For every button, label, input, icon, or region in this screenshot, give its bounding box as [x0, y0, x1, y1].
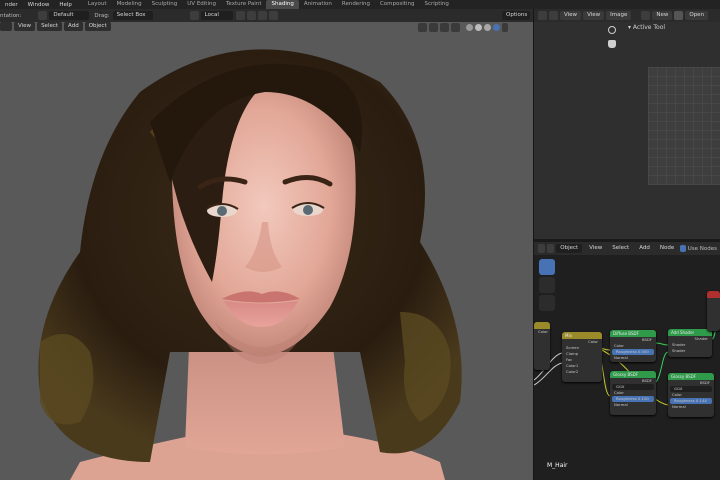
select-tool-icon[interactable] [539, 259, 555, 275]
node-mix[interactable]: Mix Color Screen Clamp Fac Color1 Color2 [562, 332, 602, 382]
menu-window[interactable]: Window [23, 2, 55, 8]
image-canvas-grid [648, 67, 720, 185]
zoom-icon[interactable] [608, 26, 616, 34]
orientation-label: ntation: [0, 12, 22, 19]
image-editor[interactable]: ▾ Active Tool [534, 22, 720, 239]
viewport-render [38, 49, 462, 480]
link-glossy1-to-add [655, 351, 669, 383]
viewport-mode-icon[interactable] [0, 22, 12, 31]
xray-icon[interactable] [451, 22, 460, 32]
node-diffuse-normal: Normal [614, 355, 628, 360]
transform-orientation-icon [189, 11, 199, 20]
annotate-tool-icon[interactable] [539, 277, 555, 293]
shader-type-icon[interactable] [547, 244, 555, 253]
node-glossy2-title: Glossy BSDF [668, 373, 714, 380]
image-menu-image[interactable]: Image [606, 11, 632, 20]
open-image-button[interactable]: Open [685, 11, 709, 20]
gizmo-icon[interactable] [429, 22, 438, 32]
tab-texture-paint[interactable]: Texture Paint [221, 0, 267, 9]
viewport-menu-object[interactable]: Object [84, 22, 111, 31]
shading-options-icon[interactable] [502, 22, 508, 32]
image-editor-header: View View Image New Open [534, 9, 720, 22]
node-mix-title: Mix [562, 332, 602, 339]
node-menu-add[interactable]: Add [635, 244, 654, 253]
node-add-input-2: Shader [672, 348, 686, 353]
node-editor[interactable]: Color Mix Color Screen Clamp Fac Color1 … [534, 255, 720, 480]
visibility-icon[interactable] [418, 22, 427, 32]
viewport-shading-controls [418, 22, 510, 32]
drag-label: Drag: [94, 12, 110, 19]
menu-render[interactable]: nder [0, 2, 23, 8]
material-name-label: M_Hair [547, 462, 568, 469]
snap-icon[interactable] [246, 11, 256, 20]
node-glossy1-normal: Normal [614, 402, 628, 407]
viewport-menu-select[interactable]: Select [37, 22, 63, 31]
pivot-icon[interactable] [235, 11, 245, 20]
use-nodes-checkbox[interactable] [680, 245, 686, 252]
menu-help[interactable]: Help [54, 2, 77, 8]
tab-rendering[interactable]: Rendering [337, 0, 375, 9]
use-nodes-label: Use Nodes [687, 245, 717, 252]
node-glossy2-normal: Normal [672, 404, 686, 409]
viewport-header: ntation: Default Drag: Select Box Local … [0, 9, 533, 22]
tab-modeling[interactable]: Modeling [112, 0, 147, 9]
transform-orientation-select[interactable]: Local [200, 11, 233, 20]
node-partial-left[interactable]: Color [534, 322, 550, 370]
orientation-select[interactable]: Default [49, 11, 90, 20]
node-add-title: Add Shader [668, 329, 712, 336]
left-iris [217, 206, 227, 216]
tab-compositing[interactable]: Compositing [375, 0, 419, 9]
drag-select[interactable]: Select Box [112, 11, 153, 20]
folder-icon [674, 11, 684, 20]
rendered-shading-icon[interactable] [493, 23, 500, 31]
node-material-output-partial[interactable] [707, 291, 720, 331]
pan-hand-icon[interactable] [608, 40, 616, 48]
node-diffuse-title: Diffuse BSDF [610, 330, 656, 337]
material-shading-icon[interactable] [484, 23, 491, 31]
tab-animation[interactable]: Animation [299, 0, 337, 9]
top-menu-bar: nder Window Help Layout Modeling Sculpti… [0, 0, 720, 9]
overlay-icon[interactable] [440, 22, 449, 32]
3d-viewport[interactable]: View Select Add Object [0, 22, 533, 480]
image-editor-type-icon[interactable] [538, 11, 547, 20]
tab-scripting[interactable]: Scripting [419, 0, 453, 9]
link-diffuse-to-add [655, 342, 669, 346]
active-tool-label: Active Tool [632, 24, 666, 31]
image-mode-icon[interactable] [549, 11, 558, 20]
tab-sculpting[interactable]: Sculpting [147, 0, 183, 9]
orientation-icon [38, 11, 48, 20]
snap-target-icon[interactable] [257, 11, 267, 20]
wireframe-shading-icon[interactable] [466, 23, 473, 31]
shader-object-select[interactable]: Object [556, 244, 583, 253]
node-menu-select[interactable]: Select [608, 244, 633, 253]
solid-shading-icon[interactable] [475, 23, 482, 31]
right-iris [303, 205, 313, 215]
active-tool-panel[interactable]: ▾ Active Tool [628, 24, 665, 31]
viewport-menu-add[interactable]: Add [64, 22, 83, 31]
node-mix-color2: Color2 [566, 369, 579, 374]
link-cut-tool-icon[interactable] [539, 295, 555, 311]
image-menu-view-dropdown[interactable]: View [560, 11, 582, 20]
image-browse-icon[interactable] [641, 11, 651, 20]
node-glossy-bsdf-1[interactable]: Glossy BSDF BSDF GGX Color Roughness 0.1… [610, 371, 656, 415]
viewport-menu-row: View Select Add Object [0, 22, 113, 32]
image-menu-view[interactable]: View [583, 11, 605, 20]
node-editor-type-icon[interactable] [538, 244, 546, 253]
node-menu-view[interactable]: View [585, 244, 606, 253]
new-image-button[interactable]: New [652, 11, 673, 20]
node-menu-node[interactable]: Node [656, 244, 678, 253]
options-dropdown[interactable]: Options [502, 11, 530, 20]
hair-highlight-left [40, 334, 94, 425]
node-glossy1-title: Glossy BSDF [610, 371, 656, 378]
tab-shading[interactable]: Shading [266, 0, 299, 9]
node-diffuse-bsdf[interactable]: Diffuse BSDF BSDF Color Roughness 0.000 … [610, 330, 656, 362]
node-add-shader[interactable]: Add Shader Shader Shader Shader [668, 329, 712, 357]
proportional-edit-icon[interactable] [268, 11, 278, 20]
tab-layout[interactable]: Layout [83, 0, 112, 9]
tab-uv-editing[interactable]: UV Editing [182, 0, 221, 9]
node-editor-header: Object View Select Add Node Use Nodes [534, 242, 720, 255]
node-glossy-bsdf-2[interactable]: Glossy BSDF BSDF GGX Color Roughness 0.1… [668, 373, 714, 417]
viewport-menu-view[interactable]: View [14, 22, 36, 31]
